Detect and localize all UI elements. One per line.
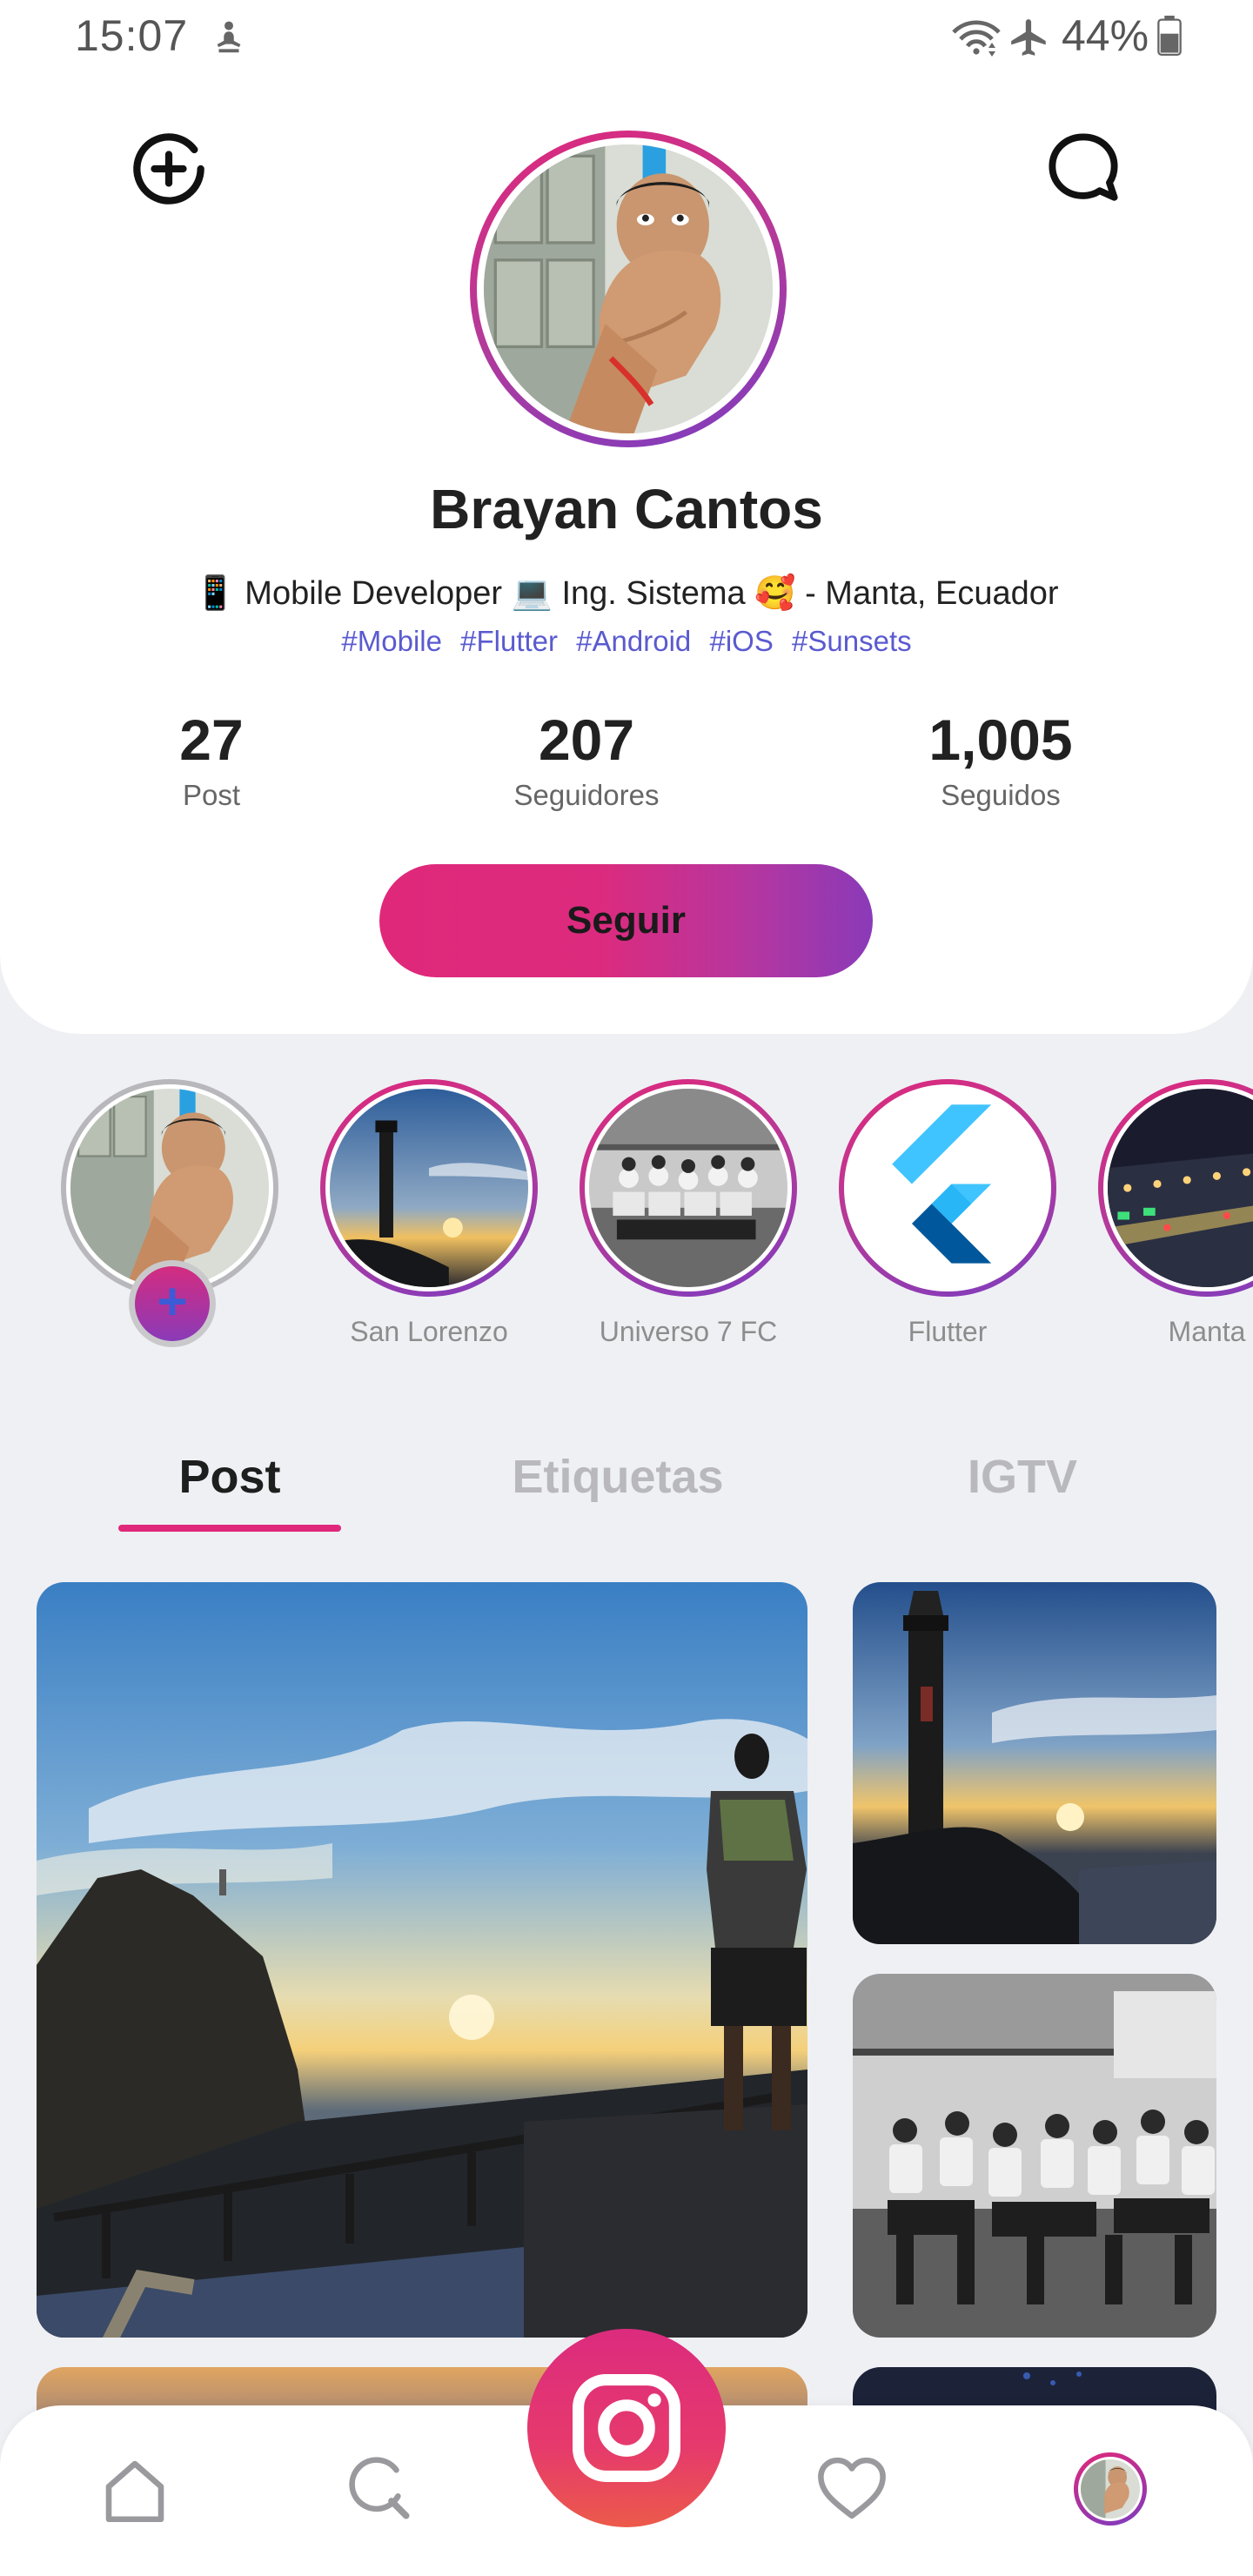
flutter-logo [848, 1089, 1047, 1287]
meditation-icon [217, 21, 241, 53]
story-thumbnail [70, 1089, 269, 1287]
heart-icon[interactable] [813, 2449, 891, 2527]
stat-posts-label: Post [182, 779, 241, 811]
profile-tabs: Post Etiquetas IGTV [0, 1427, 1253, 1540]
story-label: San Lorenzo [350, 1316, 508, 1347]
post-thumbnail[interactable] [853, 1582, 1216, 1944]
post-thumbnail[interactable] [853, 1974, 1216, 2338]
stat-following-label: Seguidos [941, 779, 1061, 811]
plus-icon: + [135, 1266, 210, 1341]
tab-etiquetas[interactable]: Etiquetas [487, 1450, 748, 1504]
chat-bubble-icon[interactable] [1044, 129, 1122, 207]
story-thumbnail [1108, 1089, 1253, 1287]
story-label: Flutter [908, 1316, 988, 1347]
stat-following[interactable]: 1,005 Seguidos [844, 703, 1157, 815]
hashtag-link[interactable]: #iOS [709, 625, 773, 657]
camera-icon [573, 2374, 680, 2482]
tab-post[interactable]: Post [118, 1450, 341, 1504]
story-thumbnail [589, 1089, 787, 1287]
hashtag-link[interactable]: #Flutter [460, 625, 558, 657]
stat-posts-value: 27 [179, 708, 244, 772]
hashtag-link[interactable]: #Mobile [341, 625, 442, 657]
story-thumbnail [330, 1089, 528, 1287]
camera-button[interactable] [527, 2329, 726, 2527]
profile-photo [484, 144, 773, 433]
stat-following-value: 1,005 [928, 708, 1073, 772]
avatar [1081, 2459, 1140, 2519]
profile-tab-avatar[interactable] [1074, 2452, 1147, 2526]
story-label: Manta [1168, 1316, 1246, 1347]
wifi-icon [952, 20, 1001, 57]
hashtag-link[interactable]: #Android [576, 625, 691, 657]
profile-hashtags: #Mobile #Flutter #Android #iOS #Sunsets [0, 625, 1253, 658]
profile-bio: 📱 Mobile Developer 💻 Ing. Sistema 🥰 - Ma… [194, 575, 1059, 612]
battery-icon [1157, 16, 1182, 56]
profile-name: Brayan Cantos [430, 478, 823, 540]
active-tab-indicator [118, 1525, 341, 1532]
profile-avatar[interactable] [470, 131, 787, 447]
stat-posts[interactable]: 27 Post [54, 703, 369, 815]
status-time: 15:07 [75, 11, 189, 60]
add-story-button[interactable]: + [129, 1260, 216, 1347]
airplane-mode-icon [1011, 19, 1046, 56]
hashtag-link[interactable]: #Sunsets [792, 625, 912, 657]
stat-followers-value: 207 [538, 708, 635, 772]
battery-level: 44% [1062, 11, 1149, 60]
search-icon[interactable] [338, 2447, 416, 2526]
home-icon[interactable] [96, 2451, 174, 2529]
story-label: Universo 7 FC [599, 1316, 778, 1347]
tab-igtv[interactable]: IGTV [914, 1450, 1131, 1504]
stat-followers-label: Seguidores [513, 779, 660, 811]
add-circle-icon[interactable] [131, 131, 207, 207]
post-thumbnail[interactable] [37, 1582, 807, 2338]
stories-row: + San Lorenzo Universo 7 FC Flutter Mant… [0, 1079, 1253, 1358]
stat-followers[interactable]: 207 Seguidores [430, 703, 743, 815]
follow-button[interactable]: Seguir [379, 864, 873, 977]
status-bar: 15:07 44% [0, 0, 1253, 73]
